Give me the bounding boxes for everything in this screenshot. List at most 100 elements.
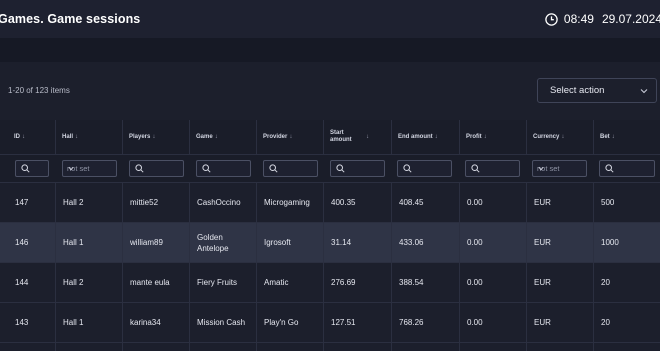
cell-bet <box>593 343 660 351</box>
column-header-provider[interactable]: Provider ↓ <box>256 120 323 154</box>
cell-end-amount: 433.06 <box>391 223 459 262</box>
cell-game: Fiery Fruits <box>189 263 256 302</box>
cell-provider: Play'n Go <box>256 303 323 342</box>
top-bar: Games. Game sessions 08:49 29.07.2024 <box>0 0 660 38</box>
cell-start-amount: 127.51 <box>323 303 391 342</box>
cell-currency <box>526 343 593 351</box>
table-row[interactable] <box>0 342 660 351</box>
cell-player: mante eula <box>122 263 189 302</box>
cell-id: 143 <box>15 318 29 327</box>
chevron-down-icon <box>538 166 544 171</box>
table-row[interactable]: 147 Hall 2 mittie52 CashOccino Microgami… <box>0 182 660 222</box>
cell-profit: 0.00 <box>459 183 526 222</box>
bet-search-input[interactable] <box>599 160 655 177</box>
cell-id <box>8 343 55 351</box>
cell-profit: 0.00 <box>459 263 526 302</box>
cell-end-amount <box>391 343 459 351</box>
table-row[interactable]: 146 Hall 1 william89 Golden Antelope Igr… <box>0 222 660 262</box>
cell-currency: EUR <box>526 223 593 262</box>
cell-hall: Hall 2 <box>55 183 122 222</box>
cell-start-amount: 276.69 <box>323 263 391 302</box>
page-title: Games. Game sessions <box>0 12 141 26</box>
clock-time: 08:49 <box>563 12 594 26</box>
cell-hall: Hall 2 <box>55 263 122 302</box>
currency-filter-select[interactable]: not set <box>532 160 587 177</box>
cell-provider <box>256 343 323 351</box>
cell-provider: Microgaming <box>256 183 323 222</box>
column-header-currency[interactable]: Currency ↓ <box>526 120 593 154</box>
cell-currency: EUR <box>526 303 593 342</box>
sort-arrow-icon: ↓ <box>152 134 156 140</box>
search-icon <box>202 164 211 173</box>
end-amount-search-input[interactable] <box>397 160 452 177</box>
cell-player <box>122 343 189 351</box>
cell-player: william89 <box>122 223 189 262</box>
profit-search-input[interactable] <box>465 160 520 177</box>
cell-profit: 0.00 <box>459 303 526 342</box>
chevron-down-icon <box>68 166 74 171</box>
cell-hall: Hall 1 <box>55 223 122 262</box>
cell-game: CashOccino <box>189 183 256 222</box>
search-icon <box>21 164 30 173</box>
column-header-game[interactable]: Game ↓ <box>189 120 256 154</box>
cell-end-amount: 768.26 <box>391 303 459 342</box>
cell-id: 146 <box>15 238 29 247</box>
cell-bet: 20 <box>593 303 660 342</box>
id-search-input[interactable] <box>15 160 49 177</box>
search-icon <box>403 164 412 173</box>
clock-icon <box>545 12 558 26</box>
game-search-input[interactable] <box>196 160 251 177</box>
column-header-hall[interactable]: Hall ↓ <box>55 120 122 154</box>
column-header-end-amount[interactable]: End amount ↓ <box>391 120 459 154</box>
table-row[interactable]: 144 Hall 2 mante eula Fiery Fruits Amati… <box>0 262 660 302</box>
cell-profit: 0.00 <box>459 223 526 262</box>
cell-hall: Hall 1 <box>55 303 122 342</box>
select-action-dropdown[interactable]: Select action <box>537 78 657 103</box>
players-search-input[interactable] <box>129 160 184 177</box>
column-header-start-amount[interactable]: Start amount ↓ <box>323 120 391 154</box>
filter-row: not set not set <box>0 154 660 182</box>
cell-provider: Igrosoft <box>256 223 323 262</box>
cell-game: Golden Antelope <box>189 223 256 262</box>
divider-band <box>0 38 660 62</box>
cell-hall <box>55 343 122 351</box>
cell-bet: 1000 <box>593 223 660 262</box>
sort-arrow-icon: ↓ <box>289 134 293 140</box>
cell-provider: Amatic <box>256 263 323 302</box>
cell-profit <box>459 343 526 351</box>
sort-arrow-icon: ↓ <box>434 134 438 140</box>
column-header-profit[interactable]: Profit ↓ <box>459 120 526 154</box>
cell-start-amount <box>323 343 391 351</box>
cell-start-amount: 400.35 <box>323 183 391 222</box>
cell-bet: 20 <box>593 263 660 302</box>
column-header-bet[interactable]: Bet ↓ <box>593 120 660 154</box>
chevron-down-icon <box>640 89 648 94</box>
search-icon <box>471 164 480 173</box>
cell-player: karina34 <box>122 303 189 342</box>
cell-player: mittie52 <box>122 183 189 222</box>
sort-arrow-icon: ↓ <box>214 134 218 140</box>
search-icon <box>336 164 345 173</box>
items-count: 1-20 of 123 items <box>8 86 70 95</box>
cell-end-amount: 408.45 <box>391 183 459 222</box>
table-header: ID ↓ Hall ↓ Players ↓ Game ↓ Provider ↓ Start… <box>0 120 660 154</box>
cell-id: 147 <box>15 198 29 207</box>
cell-currency: EUR <box>526 263 593 302</box>
sort-arrow-icon: ↓ <box>483 134 487 140</box>
sort-arrow-icon: ↓ <box>22 134 25 140</box>
cell-end-amount: 388.54 <box>391 263 459 302</box>
column-header-id[interactable]: ID ↓ <box>8 120 55 154</box>
provider-search-input[interactable] <box>263 160 318 177</box>
cell-game: Mission Cash <box>189 303 256 342</box>
cell-bet: 500 <box>593 183 660 222</box>
cell-id: 144 <box>15 278 29 287</box>
column-header-players[interactable]: Players ↓ <box>122 120 189 154</box>
select-action-label: Select action <box>550 85 605 96</box>
sort-arrow-icon: ↓ <box>561 134 565 140</box>
sort-arrow-icon: ↓ <box>75 134 79 140</box>
clock-display: 08:49 29.07.2024 <box>545 12 660 26</box>
cell-game <box>189 343 256 351</box>
start-amount-search-input[interactable] <box>330 160 385 177</box>
hall-filter-select[interactable]: not set <box>62 160 117 177</box>
table-row[interactable]: 143 Hall 1 karina34 Mission Cash Play'n … <box>0 302 660 342</box>
